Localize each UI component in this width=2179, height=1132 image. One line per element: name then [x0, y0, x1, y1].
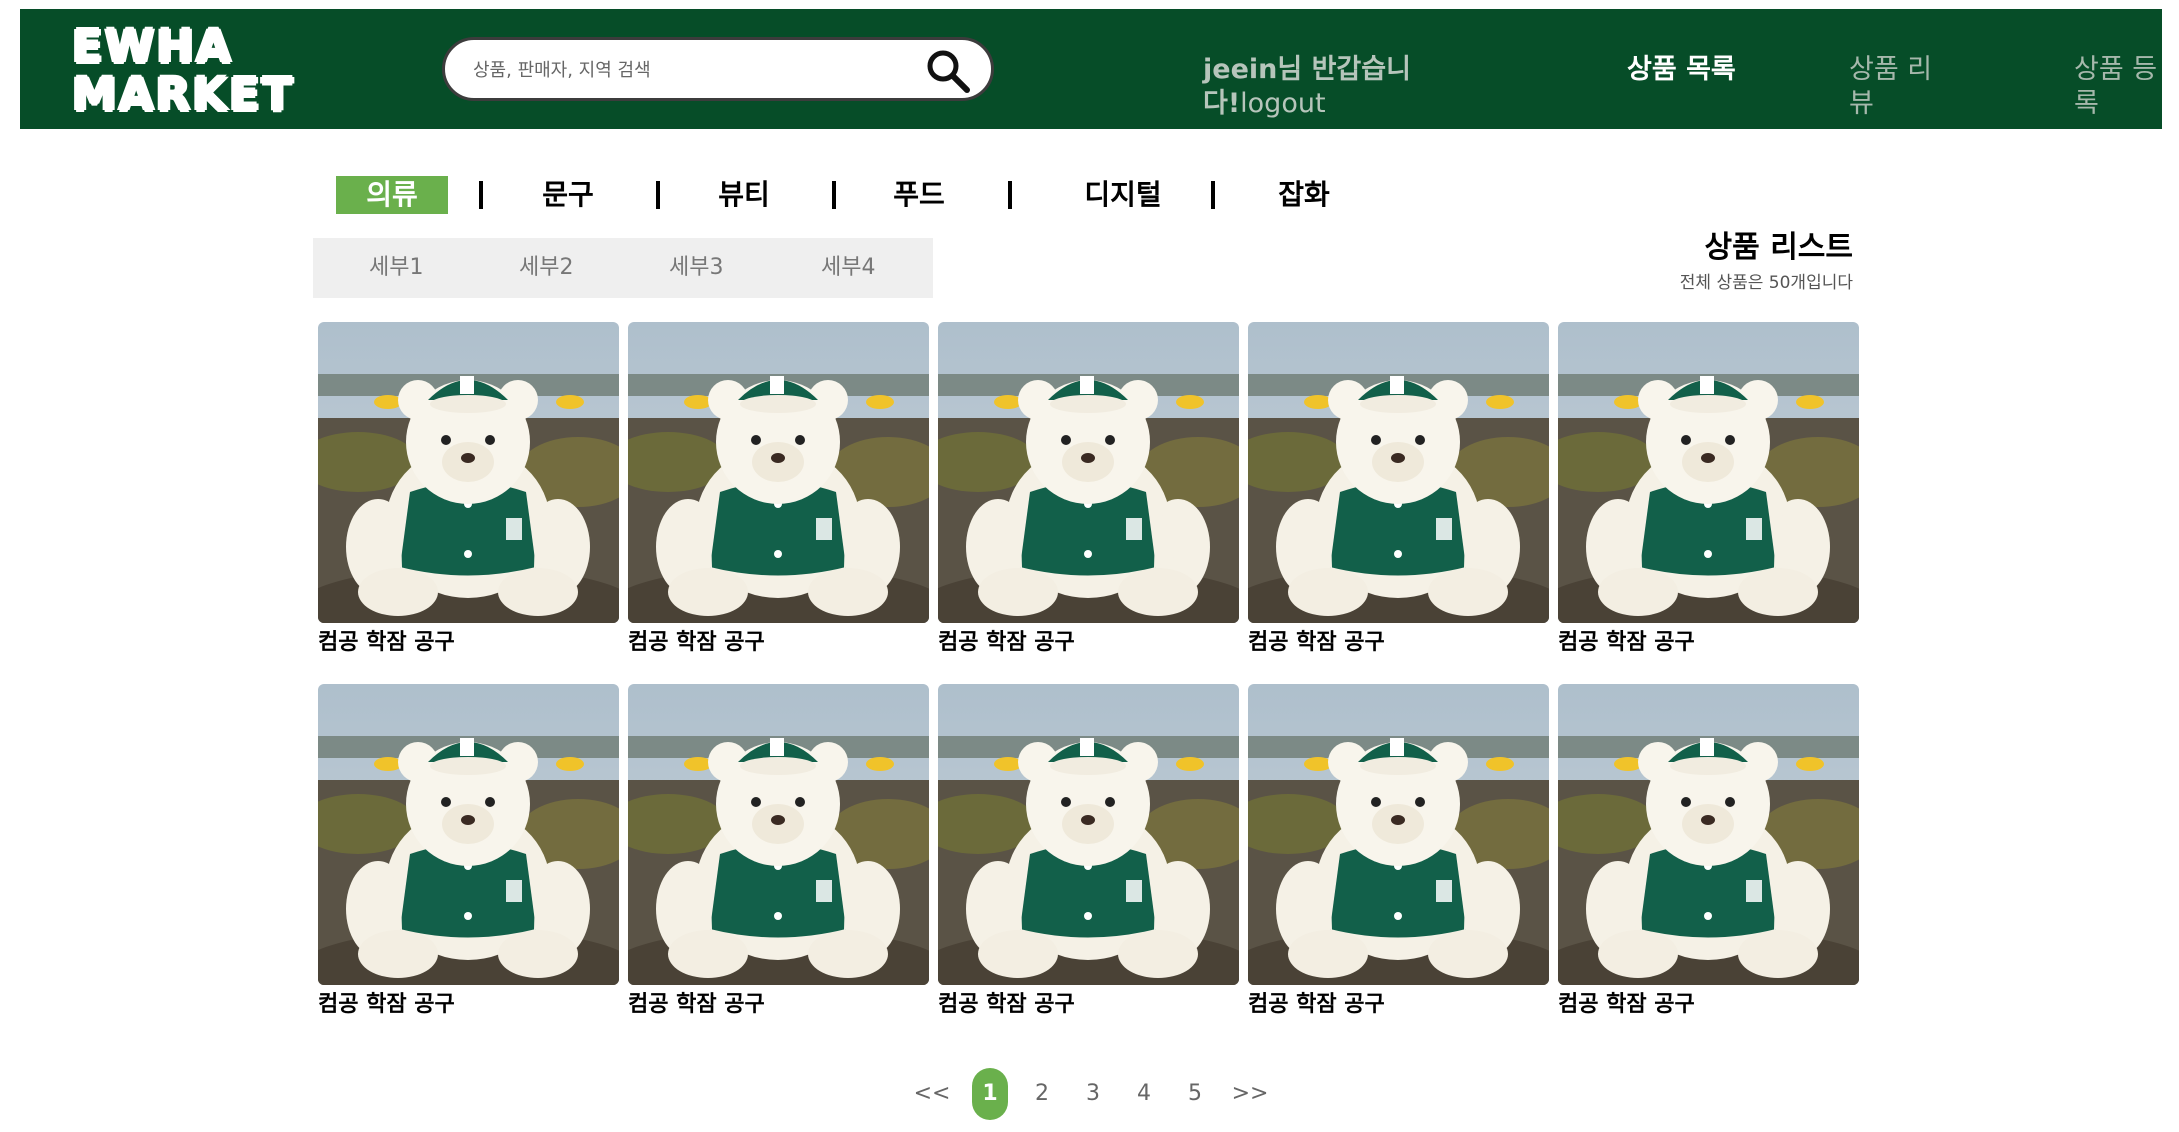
product-list-title: 상품 리스트 — [1704, 230, 1853, 265]
user-greeting: jeein님 반갑습니다!logout — [1203, 53, 1423, 121]
product-image[interactable] — [1248, 684, 1549, 985]
pagination-page[interactable]: 3 — [1075, 1068, 1111, 1120]
product-image[interactable] — [938, 322, 1239, 623]
product-image[interactable] — [628, 684, 929, 985]
subcategory-bar: 세부1 세부2 세부3 세부4 — [313, 238, 933, 298]
subcategory-2[interactable]: 세부2 — [519, 238, 573, 298]
category-separator — [832, 181, 836, 209]
category-digital[interactable]: 디지털 — [1069, 176, 1177, 214]
category-separator — [1008, 181, 1012, 209]
product-image[interactable] — [1248, 322, 1549, 623]
category-clothing[interactable]: 의류 — [336, 176, 448, 214]
product-card[interactable]: 컴공 학잠 공구 — [628, 322, 929, 662]
pagination-prev[interactable]: << — [910, 1068, 954, 1120]
category-misc[interactable]: 잡화 — [1268, 176, 1340, 214]
product-name[interactable]: 컴공 학잠 공구 — [628, 991, 929, 1019]
header-bar: EWHA MARKET jeein님 반갑습니다!logout 상품 목록 상품… — [20, 9, 2162, 129]
product-name[interactable]: 컴공 학잠 공구 — [1248, 629, 1549, 657]
search-input[interactable] — [473, 50, 913, 90]
product-card[interactable]: 컴공 학잠 공구 — [628, 684, 929, 1024]
product-card[interactable]: 컴공 학잠 공구 — [318, 684, 619, 1024]
product-name[interactable]: 컴공 학잠 공구 — [318, 991, 619, 1019]
search-box — [442, 37, 994, 101]
logout-link[interactable]: logout — [1240, 88, 1325, 119]
product-card[interactable]: 컴공 학잠 공구 — [1248, 684, 1549, 1024]
category-separator — [1211, 181, 1215, 209]
pagination-page[interactable]: 5 — [1177, 1068, 1213, 1120]
logo-text-line2: MARKET — [72, 68, 295, 121]
subcategory-1[interactable]: 세부1 — [369, 238, 423, 298]
pagination-page[interactable]: 4 — [1126, 1068, 1162, 1120]
product-card[interactable]: 컴공 학잠 공구 — [1558, 684, 1859, 1024]
logo-text-line1: EWHA — [72, 20, 233, 73]
pagination-page[interactable]: 2 — [1024, 1068, 1060, 1120]
product-card[interactable]: 컴공 학잠 공구 — [938, 322, 1239, 662]
category-food[interactable]: 푸드 — [883, 176, 955, 214]
nav-product-register[interactable]: 상품 등록 — [2074, 53, 2174, 121]
product-name[interactable]: 컴공 학잠 공구 — [938, 991, 1239, 1019]
product-image[interactable] — [318, 684, 619, 985]
subcategory-4[interactable]: 세부4 — [821, 238, 875, 298]
product-name[interactable]: 컴공 학잠 공구 — [318, 629, 619, 657]
product-image[interactable] — [1558, 684, 1859, 985]
product-name[interactable]: 컴공 학잠 공구 — [1558, 991, 1859, 1019]
product-name[interactable]: 컴공 학잠 공구 — [1248, 991, 1549, 1019]
category-stationery[interactable]: 문구 — [532, 176, 604, 214]
product-count: 전체 상품은 50개입니다 — [1679, 273, 1853, 293]
category-separator — [656, 181, 660, 209]
product-card[interactable]: 컴공 학잠 공구 — [318, 322, 619, 662]
pagination-next[interactable]: >> — [1228, 1068, 1272, 1120]
subcategory-3[interactable]: 세부3 — [669, 238, 723, 298]
category-separator — [479, 181, 483, 209]
nav-product-review[interactable]: 상품 리뷰 — [1849, 53, 1949, 121]
product-card[interactable]: 컴공 학잠 공구 — [938, 684, 1239, 1024]
product-card[interactable]: 컴공 학잠 공구 — [1248, 322, 1549, 662]
product-name[interactable]: 컴공 학잠 공구 — [938, 629, 1239, 657]
product-card[interactable]: 컴공 학잠 공구 — [1558, 322, 1859, 662]
product-image[interactable] — [938, 684, 1239, 985]
category-beauty[interactable]: 뷰티 — [708, 176, 780, 214]
nav-product-list[interactable]: 상품 목록 — [1627, 53, 1737, 87]
product-name[interactable]: 컴공 학잠 공구 — [1558, 629, 1859, 657]
pagination-page-current[interactable]: 1 — [972, 1068, 1008, 1120]
product-image[interactable] — [318, 322, 619, 623]
ewha-market-logo[interactable]: EWHA MARKET — [72, 23, 317, 119]
search-icon[interactable] — [923, 46, 973, 96]
product-image[interactable] — [1558, 322, 1859, 623]
product-name[interactable]: 컴공 학잠 공구 — [628, 629, 929, 657]
product-image[interactable] — [628, 322, 929, 623]
